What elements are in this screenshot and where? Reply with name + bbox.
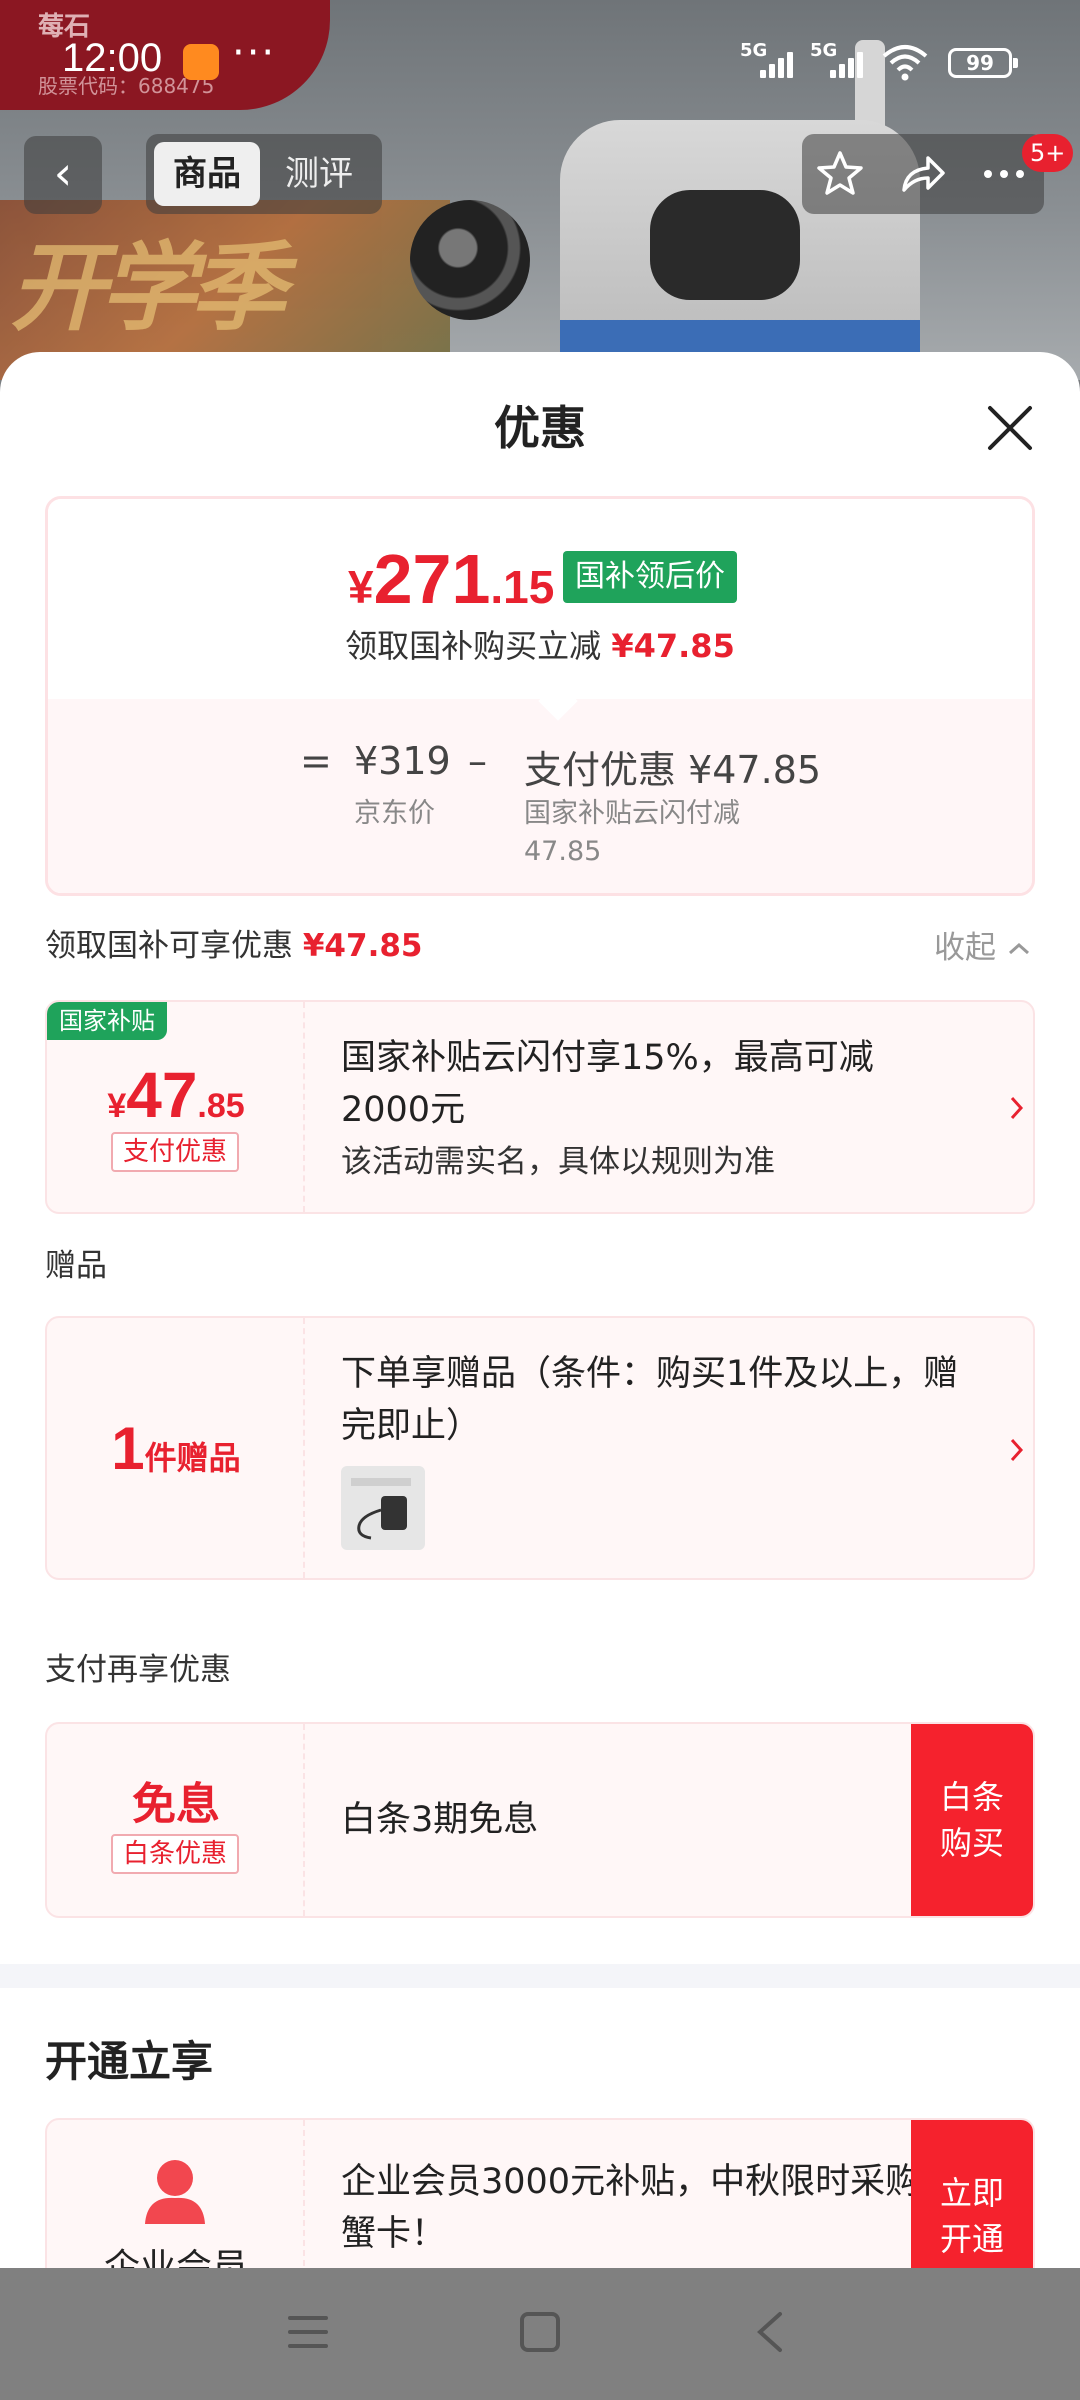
notification-app-icon <box>183 44 219 80</box>
enterprise-member-label: 企业会员 <box>103 2247 248 2270</box>
minus-sign: – <box>468 739 487 783</box>
back-button[interactable]: ‹ <box>24 136 102 214</box>
pay-discount-amount: 47.85 <box>524 836 602 867</box>
baitiao-description: 白条3期免息 <box>341 1800 539 1840</box>
subsidy-coupon[interactable]: 国家补贴 ¥47.85 支付优惠 国家补贴云闪付享15%，最高可减2000元 该… <box>45 1000 1035 1214</box>
price-breakdown-card: ¥271.15 国补领后价 领取国补购买立减 ¥47.85 = ¥319 京东价… <box>45 496 1035 896</box>
gift-coupon[interactable]: 1件赠品 下单享赠品（条件：购买1件及以上，赠完即止） <box>45 1316 1035 1580</box>
signal-bars-icon-1 <box>760 48 802 78</box>
user-avatar-icon <box>145 2160 205 2224</box>
pay-discount: 支付优惠 ¥47.85 <box>524 748 822 792</box>
favorite-star-icon[interactable] <box>814 148 866 200</box>
gift-section-label: 赠品 <box>45 1248 107 1284</box>
menu-icon[interactable] <box>286 2312 330 2352</box>
camera-face <box>650 190 800 300</box>
jd-price: ¥319 <box>354 739 451 783</box>
subsidy-ribbon: 国家补贴 <box>47 1002 167 1040</box>
system-navigation-bar <box>0 2268 1080 2400</box>
product-tabs: 商品 测评 <box>146 134 382 214</box>
pay-discount-label: 国家补贴云闪付减 <box>524 798 740 829</box>
gift-description: 下单享赠品（条件：购买1件及以上，赠完即止） <box>341 1354 959 1446</box>
camera-lens <box>410 200 530 320</box>
baitiao-coupon[interactable]: 免息 白条优惠 白条3期免息 白条 购买 <box>45 1722 1035 1918</box>
collapse-button[interactable]: 收起 <box>934 922 1032 967</box>
back-nav-icon[interactable] <box>752 2310 788 2354</box>
more-notifications-icon: ··· <box>232 30 277 76</box>
wifi-icon <box>882 45 928 81</box>
close-icon[interactable] <box>982 400 1038 456</box>
activate-now-button[interactable]: 立即 开通 <box>911 2120 1033 2270</box>
charger-cable-icon <box>351 1478 411 1540</box>
open-benefits-title: 开通立享 <box>45 2037 214 2086</box>
subsidy-section-label: 领取国补可享优惠 ¥47.85 <box>45 928 423 964</box>
section-divider <box>0 1964 1080 1988</box>
tab-product[interactable]: 商品 <box>154 142 260 206</box>
tab-review[interactable]: 测评 <box>266 142 372 206</box>
pay-section-label: 支付再享优惠 <box>45 1652 231 1688</box>
baitiao-tag: 白条优惠 <box>111 1834 240 1874</box>
home-icon[interactable] <box>518 2310 562 2354</box>
status-bar: 12:00 ··· 5G 5G 99 <box>0 0 1080 120</box>
enterprise-member-coupon[interactable]: 企业会员 企业会员3000元补贴，中秋限时采购赠蟹卡！ 立即 开通 <box>45 2118 1035 2270</box>
promo-text: 开学季 <box>10 232 286 344</box>
jd-price-label: 京东价 <box>354 798 435 829</box>
pay-discount-tag: 支付优惠 <box>111 1132 240 1172</box>
battery-indicator: 99 <box>948 48 1018 78</box>
equals-sign: = <box>300 739 332 783</box>
chevron-right-icon <box>1010 1438 1024 1462</box>
price-subtitle: 领取国补购买立减 ¥47.85 <box>345 627 735 665</box>
subsidy-note: 该活动需实名，具体以规则为准 <box>341 1144 775 1180</box>
discount-sheet: 优惠 ¥271.15 国补领后价 领取国补购买立减 ¥47.85 = ¥319 … <box>0 352 1080 2270</box>
subsidy-description: 国家补贴云闪付享15%，最高可减2000元 <box>341 1038 874 1130</box>
enterprise-member-description: 企业会员3000元补贴，中秋限时采购赠蟹卡！ <box>341 2162 956 2254</box>
interest-free-title: 免息 <box>132 1779 220 1830</box>
gift-thumbnail[interactable] <box>341 1466 425 1550</box>
subsidy-amount: ¥47.85 <box>107 1059 245 1131</box>
subsidy-price-tag: 国补领后价 <box>563 551 737 603</box>
nav-actions <box>802 134 1044 214</box>
sheet-title: 优惠 <box>494 401 586 455</box>
baitiao-buy-button[interactable]: 白条 购买 <box>911 1724 1033 1916</box>
chevron-up-icon <box>1008 942 1029 955</box>
signal-bars-icon-2 <box>830 48 872 78</box>
chevron-right-icon <box>1010 1096 1024 1120</box>
gift-count: 1件赠品 <box>111 1415 241 1482</box>
share-icon[interactable] <box>896 148 948 200</box>
final-price: ¥271.15 <box>348 540 555 618</box>
message-badge: 5+ <box>1022 134 1074 172</box>
status-time: 12:00 <box>62 36 163 80</box>
